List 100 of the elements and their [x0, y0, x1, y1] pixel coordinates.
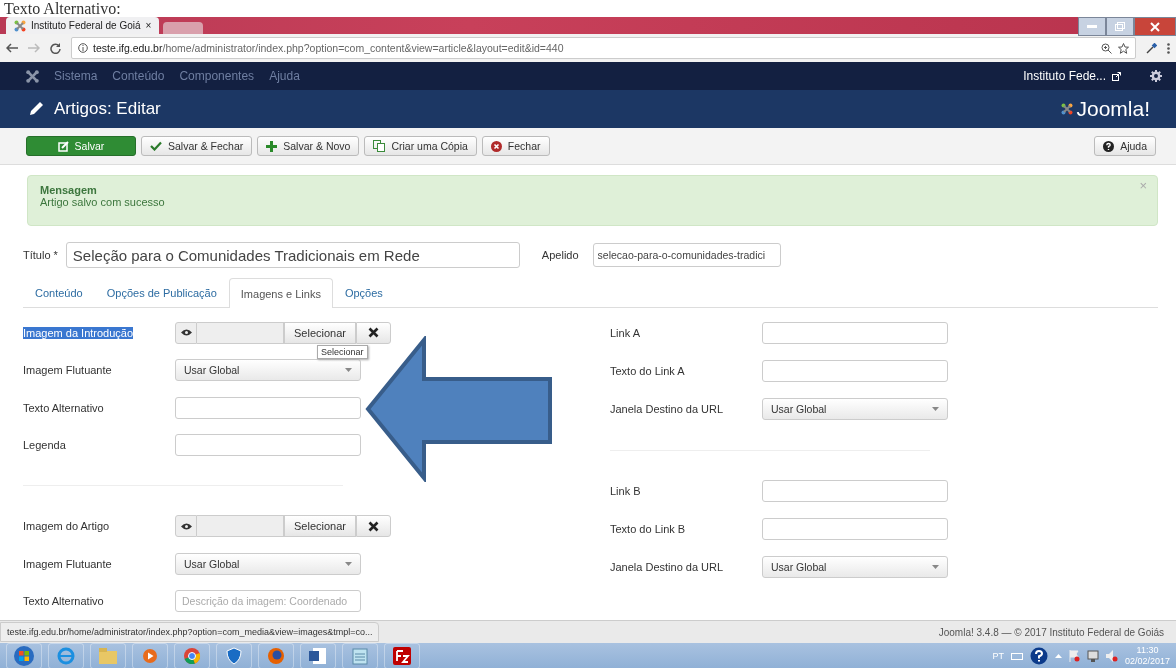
image-path-field[interactable]	[197, 515, 284, 538]
menu-item[interactable]: Ajuda	[269, 69, 300, 83]
input-field[interactable]	[762, 360, 948, 382]
field-label: Janela Destino da URL	[610, 561, 724, 573]
field-label: Link A	[610, 327, 640, 339]
logo-icon[interactable]	[26, 69, 39, 83]
caret-icon	[932, 407, 939, 411]
page-title: Artigos: Editar	[54, 99, 161, 119]
eyedropper-icon[interactable]	[1146, 42, 1157, 54]
preview-button[interactable]	[175, 515, 197, 538]
field-label: Texto do Link A	[610, 365, 685, 377]
document-icon	[309, 647, 327, 665]
toolbar-button[interactable]: Salvar & Fechar	[141, 136, 253, 156]
logo-icon	[14, 19, 26, 32]
menu-item[interactable]: Componentes	[179, 69, 255, 83]
toolbar-button[interactable]: Salvar & Novo	[257, 136, 360, 156]
field-label: Janela Destino da URL	[610, 403, 724, 415]
info-icon	[78, 43, 88, 53]
input-field[interactable]	[175, 396, 361, 419]
alias-field[interactable]: selecao-para-o-comunidades-tradici	[592, 243, 781, 267]
star-icon[interactable]	[1118, 42, 1129, 54]
zoom-icon[interactable]	[1101, 42, 1112, 54]
footer-text: Joomla! 3.4.8 — © 2017 Instituto Federal de Goiás	[938, 626, 1165, 638]
close-icon	[368, 327, 379, 339]
caret-icon	[345, 561, 352, 566]
preview-button[interactable]	[175, 321, 197, 344]
field-label: Imagem Flutuante	[23, 364, 112, 377]
edit-icon	[57, 140, 69, 152]
app-icon	[393, 647, 411, 665]
minimize-button[interactable]	[1078, 17, 1106, 36]
field-label: Apelido	[541, 249, 579, 261]
help-button[interactable]: Ajuda	[1094, 136, 1156, 156]
taskbar-app[interactable]	[258, 643, 294, 668]
field-label: Imagem Flutuante	[23, 557, 112, 570]
clear-button[interactable]	[356, 515, 391, 538]
caret-icon	[345, 368, 352, 373]
orb-icon	[13, 645, 35, 667]
tab[interactable]: Conteúdo	[23, 278, 95, 307]
toolbar-button[interactable]: Salvar	[26, 136, 136, 156]
taskbar-app[interactable]	[300, 643, 336, 668]
play-icon	[142, 648, 158, 664]
external-link-icon	[1112, 71, 1121, 81]
keyboard-icon	[1010, 652, 1023, 660]
input-field[interactable]	[762, 480, 948, 502]
input-field[interactable]	[175, 434, 361, 457]
dropdown[interactable]: Usar Global	[762, 556, 948, 578]
alert-heading: Mensagem	[40, 184, 97, 196]
browser-icon	[57, 647, 75, 665]
reload-icon[interactable]	[50, 42, 61, 54]
network-icon[interactable]	[1086, 650, 1099, 662]
tab[interactable]: Imagens e Links	[228, 278, 333, 308]
toolbar-button[interactable]: Fechar	[481, 136, 550, 156]
settings-icon[interactable]	[1150, 70, 1162, 82]
menu-item[interactable]: Conteúdo	[112, 69, 165, 83]
field-label: Link B	[610, 485, 641, 497]
input-field[interactable]: Descrição da imagem: Coordenado	[175, 590, 361, 613]
close-button[interactable]	[1134, 17, 1176, 36]
field-label: Texto do Link B	[610, 523, 686, 535]
back-icon[interactable]	[6, 43, 18, 53]
clear-button[interactable]	[356, 321, 391, 344]
input-field[interactable]	[762, 322, 948, 344]
address-bar[interactable]: teste.ifg.edu.br/home/administrator/index.php?option=com_content&view=article&layout=edit&id=440	[71, 37, 1136, 59]
tooltip: Selecionar	[317, 344, 368, 359]
alert-text: Artigo salvo com sucesso	[40, 196, 165, 208]
browser-tab[interactable]: Instituto Federal de Goiá ×	[6, 17, 160, 34]
help-icon[interactable]	[1029, 647, 1048, 665]
field-label: Legenda	[23, 439, 66, 452]
menu-icon[interactable]	[1167, 42, 1170, 54]
toolbar-button[interactable]: Criar uma Cópia	[364, 136, 477, 156]
field-label: Imagem do Artigo	[23, 520, 110, 533]
dropdown[interactable]: Usar Global	[175, 359, 361, 382]
tab[interactable]: Opções	[332, 278, 395, 307]
title-field[interactable]: Seleção para o Comunidades Tradicionais em Rede	[65, 242, 520, 268]
taskbar-app[interactable]	[174, 643, 210, 668]
field-label: Título *	[23, 249, 58, 261]
site-link[interactable]: Instituto Fede...	[1023, 69, 1106, 83]
logo-icon	[1061, 103, 1074, 115]
check-icon	[150, 141, 162, 151]
minimize-icon	[1087, 25, 1097, 28]
help-icon	[1103, 140, 1115, 152]
input-field[interactable]	[762, 518, 948, 540]
pencil-icon	[28, 101, 44, 117]
taskbar-app[interactable]	[216, 643, 252, 668]
browser-tab[interactable]	[163, 22, 204, 34]
select-button[interactable]: Selecionar	[284, 321, 356, 344]
menu-item[interactable]: Sistema	[54, 69, 98, 83]
image-path-field[interactable]	[197, 321, 284, 344]
tab[interactable]: Opções de Publicação	[94, 278, 229, 307]
select-button[interactable]: Selecionar	[284, 515, 356, 538]
eye-icon	[180, 522, 192, 530]
dropdown[interactable]: Usar Global	[762, 398, 948, 420]
dropdown[interactable]: Usar Global	[175, 552, 361, 575]
notepad-icon	[352, 647, 368, 665]
taskbar-app[interactable]	[384, 643, 420, 668]
field-label: Texto Alternativo	[23, 401, 104, 414]
caret-icon	[932, 565, 939, 569]
flag-icon[interactable]	[1068, 650, 1080, 662]
start-button[interactable]	[6, 643, 42, 668]
maximize-button[interactable]	[1106, 17, 1134, 36]
speaker-icon[interactable]	[1105, 650, 1118, 662]
